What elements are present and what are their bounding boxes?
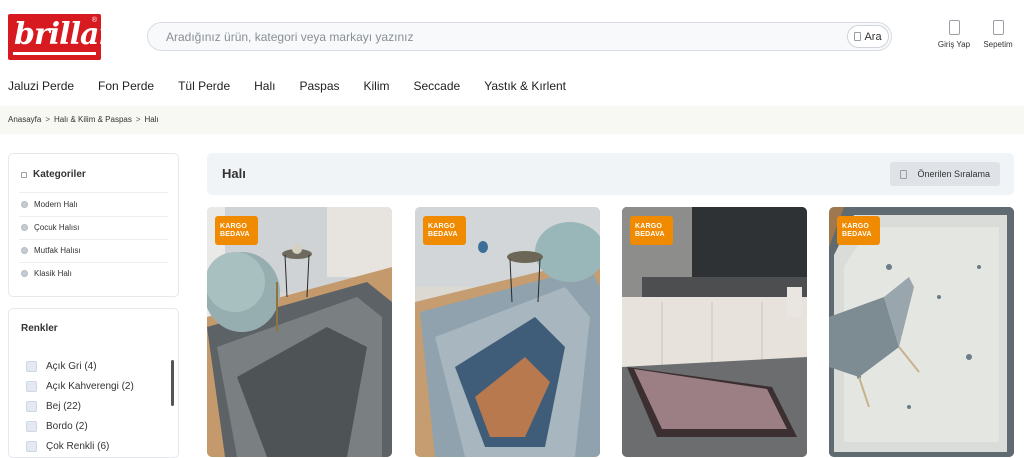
radio-icon (21, 270, 28, 277)
colors-title: Renkler (21, 323, 58, 334)
color-label: Açık Kahverengi (2) (46, 380, 134, 392)
breadcrumb-category[interactable]: Halı & Kilim & Paspas (54, 115, 132, 124)
color-option-cok-renkli[interactable]: Çok Renkli (6) (26, 436, 166, 456)
checkbox[interactable] (26, 360, 37, 372)
divider (19, 239, 168, 240)
main-nav: Jaluzi Perde Fon Perde Tül Perde Halı Pa… (0, 76, 1024, 100)
breadcrumb: Anasayfa > Halı & Kilim & Paspas > Halı (8, 115, 159, 124)
page-title: Halı (222, 166, 246, 181)
login-label: Giriş Yap (937, 40, 971, 49)
category-item-mutfak-halisi[interactable]: Mutfak Halısı (21, 246, 81, 255)
search-bar: Ara (147, 22, 892, 51)
free-shipping-badge: KARGO BEDAVA (423, 216, 466, 245)
nav-item-paspas[interactable]: Paspas (287, 76, 351, 100)
badge-line-2: BEDAVA (635, 231, 665, 238)
divider (19, 216, 168, 217)
registered-mark: ® (91, 17, 97, 24)
free-shipping-badge: KARGO BEDAVA (837, 216, 880, 245)
category-item-cocuk-halisi[interactable]: Çocuk Halısı (21, 223, 79, 232)
checkbox[interactable] (26, 420, 37, 432)
sort-icon (900, 169, 908, 179)
cart-icon (992, 20, 1004, 35)
divider (19, 262, 168, 263)
color-option-acik-gri[interactable]: Açık Gri (4) (26, 356, 166, 376)
sort-label: Önerilen Sıralama (917, 169, 990, 179)
nav-item-yastik-kirlent[interactable]: Yastık & Kırlent (472, 76, 578, 100)
categories-panel: Kategoriler Modern Halı Çocuk Halısı Mut… (8, 153, 179, 297)
badge-line-1: KARGO (428, 223, 456, 230)
search-icon (854, 32, 862, 41)
free-shipping-badge: KARGO BEDAVA (215, 216, 258, 245)
radio-icon (21, 247, 28, 254)
nav-item-hali[interactable]: Halı (242, 76, 287, 100)
radio-icon (21, 224, 28, 231)
sort-dropdown[interactable]: Önerilen Sıralama (890, 162, 1000, 186)
category-label: Çocuk Halısı (34, 223, 80, 232)
categories-header[interactable]: Kategoriler (21, 169, 86, 180)
breadcrumb-separator: > (45, 115, 51, 124)
nav-item-seccade[interactable]: Seccade (402, 76, 473, 100)
badge-line-2: BEDAVA (842, 231, 872, 238)
product-card[interactable]: KARGO BEDAVA (622, 207, 807, 457)
radio-icon (21, 201, 28, 208)
checkbox[interactable] (26, 400, 37, 412)
color-list-scrollbar[interactable] (171, 360, 174, 406)
color-label: Bej (22) (46, 400, 82, 412)
search-button[interactable]: Ara (847, 25, 889, 48)
user-icon (948, 20, 960, 35)
cart-label: Sepetim (983, 40, 1013, 49)
product-card[interactable]: KARGO BEDAVA (829, 207, 1014, 457)
brand-logo[interactable]: brillant ® (8, 14, 101, 60)
nav-item-kilim[interactable]: Kilim (352, 76, 402, 100)
badge-line-1: KARGO (842, 223, 870, 230)
divider (19, 192, 168, 193)
category-item-modern-hali[interactable]: Modern Halı (21, 200, 78, 209)
product-card[interactable]: KARGO BEDAVA (207, 207, 392, 457)
listing-header: Halı Önerilen Sıralama (207, 153, 1014, 195)
search-input[interactable] (166, 26, 826, 48)
free-shipping-badge: KARGO BEDAVA (630, 216, 673, 245)
checkbox[interactable] (26, 380, 37, 392)
breadcrumb-separator: > (135, 115, 141, 124)
badge-line-1: KARGO (635, 223, 663, 230)
logo-underline (13, 52, 96, 55)
nav-item-fon-perde[interactable]: Fon Perde (86, 76, 166, 100)
breadcrumb-bar: Anasayfa > Halı & Kilim & Paspas > Halı (0, 106, 1024, 134)
nav-item-jaluzi-perde[interactable]: Jaluzi Perde (0, 76, 86, 100)
color-filter-list: Açık Gri (4) Açık Kahverengi (2) Bej (22… (26, 356, 166, 456)
checkbox[interactable] (26, 440, 37, 452)
login-button[interactable]: Giriş Yap (932, 20, 976, 49)
categories-title: Kategoriler (33, 169, 86, 180)
colors-panel: Renkler Açık Gri (4) Açık Kahverengi (2)… (8, 308, 179, 458)
breadcrumb-home[interactable]: Anasayfa (8, 115, 41, 124)
color-option-bordo[interactable]: Bordo (2) (26, 416, 166, 436)
site-header: brillant ® Ara Giriş Yap Sepetim (0, 0, 1024, 72)
category-label: Mutfak Halısı (34, 246, 81, 255)
color-label: Bordo (2) (46, 420, 88, 432)
breadcrumb-current: Halı (144, 115, 159, 124)
color-option-acik-kahverengi[interactable]: Açık Kahverengi (2) (26, 376, 166, 396)
logo-text: brillant (14, 17, 101, 52)
badge-line-2: BEDAVA (428, 231, 458, 238)
search-button-label: Ara (864, 30, 882, 43)
badge-line-2: BEDAVA (220, 231, 250, 238)
category-item-klasik-hali[interactable]: Klasik Halı (21, 269, 72, 278)
nav-item-tul-perde[interactable]: Tül Perde (166, 76, 242, 100)
list-icon (21, 171, 27, 178)
category-label: Modern Halı (34, 200, 78, 209)
product-card[interactable]: KARGO BEDAVA (415, 207, 600, 457)
color-label: Açık Gri (4) (46, 360, 97, 372)
category-label: Klasik Halı (34, 269, 72, 278)
color-label: Çok Renkli (6) (46, 440, 110, 452)
color-option-bej[interactable]: Bej (22) (26, 396, 166, 416)
cart-button[interactable]: Sepetim (976, 20, 1020, 49)
badge-line-1: KARGO (220, 223, 248, 230)
